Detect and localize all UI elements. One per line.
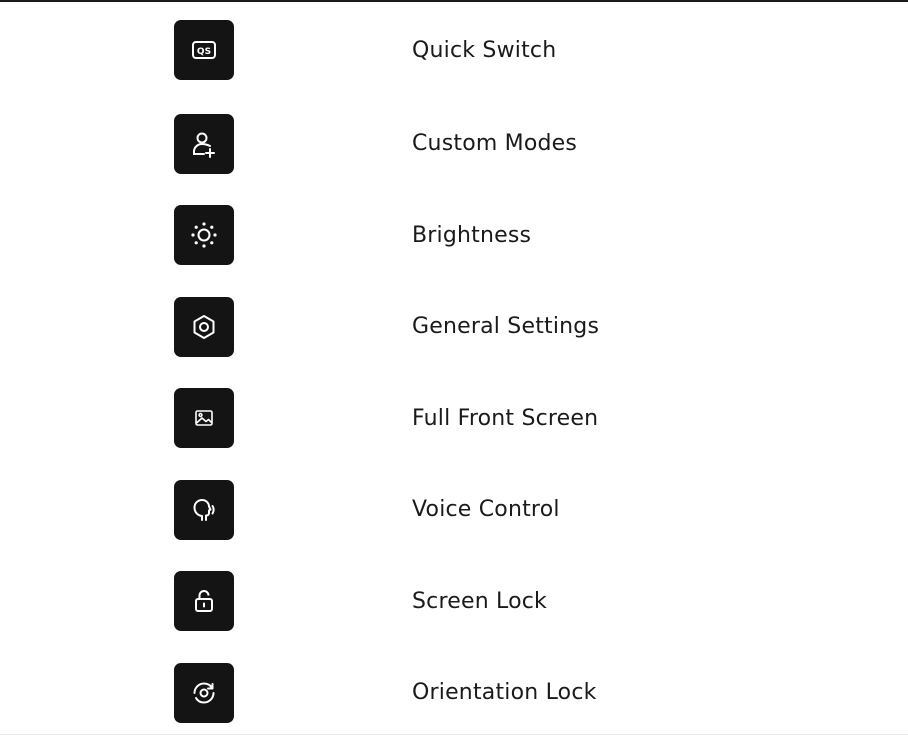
voice-control-button[interactable]: [174, 479, 234, 540]
feature-row-voice-control: Voice Control: [0, 464, 908, 556]
brightness-icon: [191, 222, 217, 248]
feature-label: Screen Lock: [412, 588, 547, 614]
custom-modes-button[interactable]: [174, 113, 234, 174]
full-front-screen-button[interactable]: [174, 388, 234, 449]
quick-switch-button[interactable]: QS: [174, 20, 234, 80]
svg-text:QS: QS: [197, 47, 211, 57]
feature-label: Custom Modes: [412, 131, 578, 157]
feature-list: QS Quick Switch Custom Modes Brightness …: [0, 2, 908, 739]
feature-row-custom-modes: Custom Modes: [0, 98, 908, 190]
feature-row-general-settings: General Settings: [0, 281, 908, 373]
feature-row-screen-lock: Screen Lock: [0, 556, 908, 648]
feature-label: Full Front Screen: [412, 405, 599, 431]
feature-label: Quick Switch: [412, 37, 557, 63]
settings-hexagon-icon: [193, 314, 215, 339]
person-add-icon: [193, 132, 215, 158]
feature-row-full-front-screen: Full Front Screen: [0, 373, 908, 465]
bottom-divider: [0, 734, 908, 735]
feature-row-brightness: Brightness: [0, 190, 908, 282]
feature-label: General Settings: [412, 314, 600, 340]
feature-label: Brightness: [412, 222, 532, 248]
feature-label: Orientation Lock: [412, 680, 597, 706]
brightness-button[interactable]: [174, 205, 234, 266]
image-icon: [195, 410, 213, 427]
feature-row-quick-switch: QS Quick Switch: [0, 2, 908, 98]
general-settings-button[interactable]: [174, 296, 234, 357]
screen-lock-button[interactable]: [174, 571, 234, 632]
feature-label: Voice Control: [412, 497, 560, 523]
voice-control-icon: [193, 498, 215, 521]
lock-icon: [195, 590, 213, 613]
rotation-lock-icon: [193, 682, 215, 704]
orientation-lock-button[interactable]: [174, 662, 234, 723]
feature-row-orientation-lock: Orientation Lock: [0, 647, 908, 739]
quick-switch-icon: QS: [192, 41, 216, 59]
